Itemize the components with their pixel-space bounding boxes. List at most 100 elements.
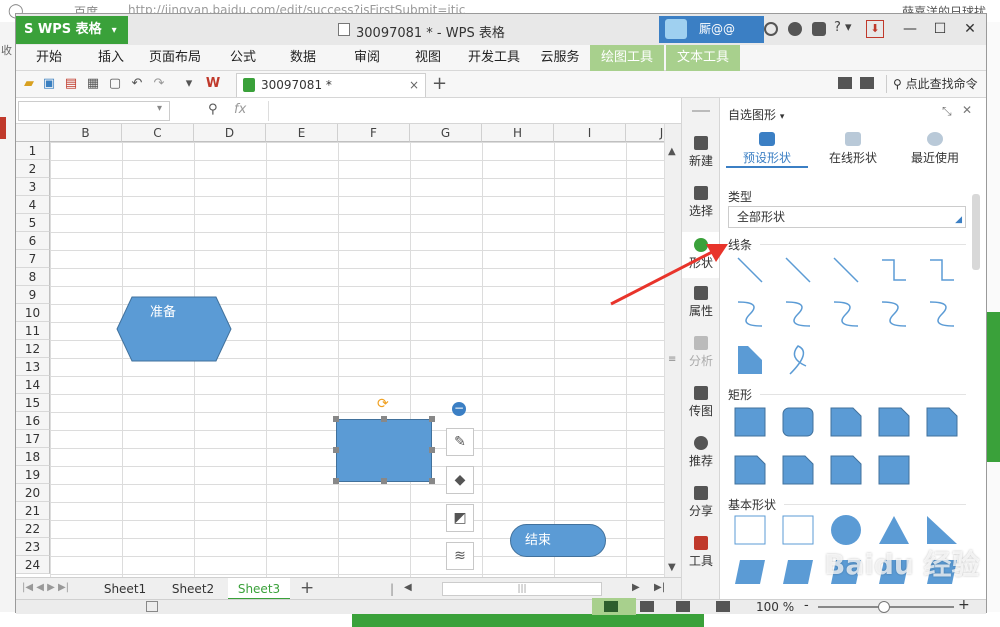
- document-tab[interactable]: 30097081 * ×: [236, 73, 426, 97]
- new-tab-button[interactable]: +: [432, 73, 447, 94]
- panel-title[interactable]: 自选图形 ▾: [728, 106, 784, 123]
- reading-mode-icon[interactable]: [716, 601, 730, 612]
- rectangle-shape[interactable]: [878, 455, 910, 485]
- curved-connector-shape[interactable]: [737, 301, 763, 327]
- line-shape[interactable]: [737, 257, 763, 283]
- sheet-tab-3-active[interactable]: Sheet3: [228, 578, 290, 600]
- formula-input[interactable]: [268, 101, 668, 121]
- rounded-rectangle-shape[interactable]: 结束: [510, 524, 606, 557]
- macro-icon[interactable]: [146, 601, 158, 612]
- snipped-rectangle-shape[interactable]: [830, 455, 862, 485]
- scroll-down-icon[interactable]: ▼: [668, 562, 676, 573]
- sidebar-item-send-image[interactable]: 传图: [682, 386, 720, 419]
- sheet-nav-icon[interactable]: |◀ ◀ ▶ ▶|: [22, 582, 69, 593]
- tab-recent[interactable]: 最近使用: [894, 128, 976, 168]
- save-icon[interactable]: ▣: [40, 75, 58, 93]
- help-icon[interactable]: ? ▾: [834, 20, 852, 35]
- tab-online-shapes[interactable]: 在线形状: [812, 128, 894, 168]
- tab-preset-shapes[interactable]: 预设形状: [726, 128, 808, 168]
- double-arrow-line-shape[interactable]: [833, 257, 859, 283]
- tab-review[interactable]: 审阅: [342, 45, 392, 71]
- close-tab-icon[interactable]: ×: [409, 74, 419, 96]
- sidebar-item-select[interactable]: 选择: [682, 186, 720, 219]
- line-shapes-grid[interactable]: [720, 254, 970, 384]
- minimize-ribbon-icon[interactable]: ⬇: [866, 20, 884, 38]
- vertical-scrollbar[interactable]: ▲ ≡ ▼: [664, 124, 681, 577]
- zoom-level[interactable]: 100 %: [756, 600, 794, 614]
- edit-shape-button[interactable]: ✎: [446, 428, 474, 456]
- snipped-rectangle-shape[interactable]: [926, 407, 958, 437]
- redo-icon[interactable]: ↷: [150, 75, 168, 93]
- arrow-line-shape[interactable]: [785, 257, 811, 283]
- resize-handle[interactable]: [381, 416, 387, 422]
- curved-connector-shape[interactable]: [833, 301, 859, 327]
- sidebar-item-new[interactable]: 新建: [682, 136, 720, 169]
- vertical-text-box-shape[interactable]: [782, 515, 814, 545]
- undo-icon[interactable]: ↶: [128, 75, 146, 93]
- horizontal-scrollbar[interactable]: |||: [442, 582, 602, 596]
- sheet-tab-1[interactable]: Sheet1: [94, 578, 156, 600]
- open-icon[interactable]: ▰: [20, 75, 38, 93]
- rectangle-shape[interactable]: [782, 407, 814, 437]
- share-icon[interactable]: [812, 22, 826, 36]
- zoom-out-button[interactable]: -: [804, 598, 809, 613]
- tab-formula[interactable]: 公式: [218, 45, 268, 71]
- fx-label[interactable]: fx: [234, 102, 246, 117]
- text-box-shape[interactable]: [734, 515, 766, 545]
- oval-shape[interactable]: [831, 515, 861, 545]
- maximize-button[interactable]: ☐: [926, 17, 954, 41]
- rotate-handle-icon[interactable]: ⟳: [377, 396, 389, 412]
- snipped-rectangle-shape[interactable]: [782, 455, 814, 485]
- comment-icon[interactable]: [860, 77, 874, 89]
- name-box[interactable]: ▾: [18, 101, 170, 121]
- wps-home-icon[interactable]: W: [204, 75, 222, 93]
- user-account[interactable]: 厮@@: [659, 16, 764, 43]
- parallelogram-shape[interactable]: [735, 560, 765, 584]
- dropdown-icon[interactable]: ▾: [180, 75, 198, 93]
- app-menu-button[interactable]: S WPS 表格 ▾: [16, 16, 128, 44]
- sheet-tab-2[interactable]: Sheet2: [162, 578, 224, 600]
- curved-connector-shape[interactable]: [881, 301, 907, 327]
- resize-handle[interactable]: [429, 416, 435, 422]
- elbow-arrow-connector-shape[interactable]: [930, 259, 954, 281]
- tab-text-tools[interactable]: 文本工具: [666, 45, 740, 71]
- close-panel-icon[interactable]: ✕: [962, 103, 972, 117]
- print-icon[interactable]: ▦: [84, 75, 102, 93]
- shape-type-select[interactable]: 全部形状 ◢: [728, 206, 966, 228]
- resize-handle[interactable]: [429, 478, 435, 484]
- panel-scrollbar-thumb[interactable]: [972, 194, 980, 270]
- curved-connector-shape[interactable]: [929, 301, 955, 327]
- tab-page-layout[interactable]: 页面布局: [144, 45, 206, 71]
- scroll-up-icon[interactable]: ▲: [668, 146, 676, 157]
- page-layout-view-icon[interactable]: [676, 601, 690, 612]
- scroll-end-icon[interactable]: ▶|: [654, 582, 665, 593]
- sidebar-item-analysis[interactable]: 分析: [682, 336, 720, 369]
- resize-handle[interactable]: [333, 447, 339, 453]
- minimize-button[interactable]: —: [896, 17, 924, 41]
- scroll-right-icon[interactable]: ▶: [632, 582, 640, 593]
- tab-start[interactable]: 开始: [24, 45, 74, 71]
- settings-icon[interactable]: [788, 22, 802, 36]
- spreadsheet-grid[interactable]: BCDEFGHIJ 1 2 3 4 5 6 7 8 9 10 11 12 13 14 15 16 17 18 19 2…: [16, 124, 664, 577]
- tab-view[interactable]: 视图: [403, 45, 453, 71]
- outline-color-button[interactable]: ◩: [446, 504, 474, 532]
- selected-rectangle-shape[interactable]: [336, 419, 432, 482]
- scribble-shape[interactable]: [789, 345, 807, 375]
- sidebar-item-tools[interactable]: 工具: [682, 536, 720, 569]
- collapse-icon[interactable]: −: [452, 402, 466, 416]
- rectangle-shape[interactable]: [734, 407, 766, 437]
- snipped-rectangle-shape[interactable]: [830, 407, 862, 437]
- resize-handle[interactable]: [429, 447, 435, 453]
- print-preview-icon[interactable]: ▢: [106, 75, 124, 93]
- cloud-icon[interactable]: [838, 77, 852, 89]
- zoom-icon[interactable]: ⚲: [208, 102, 218, 117]
- tab-developer[interactable]: 开发工具: [463, 45, 525, 71]
- close-button[interactable]: ✕: [956, 17, 984, 41]
- parallelogram-shape[interactable]: [783, 560, 813, 584]
- scroll-left-icon[interactable]: ◀: [404, 582, 412, 593]
- tab-insert[interactable]: 插入: [86, 45, 136, 71]
- snipped-rectangle-shape[interactable]: [878, 407, 910, 437]
- tab-drawing-tools[interactable]: 绘图工具: [590, 45, 664, 71]
- splitter-icon[interactable]: ≡: [668, 354, 676, 365]
- undock-icon[interactable]: ⤡: [942, 104, 952, 119]
